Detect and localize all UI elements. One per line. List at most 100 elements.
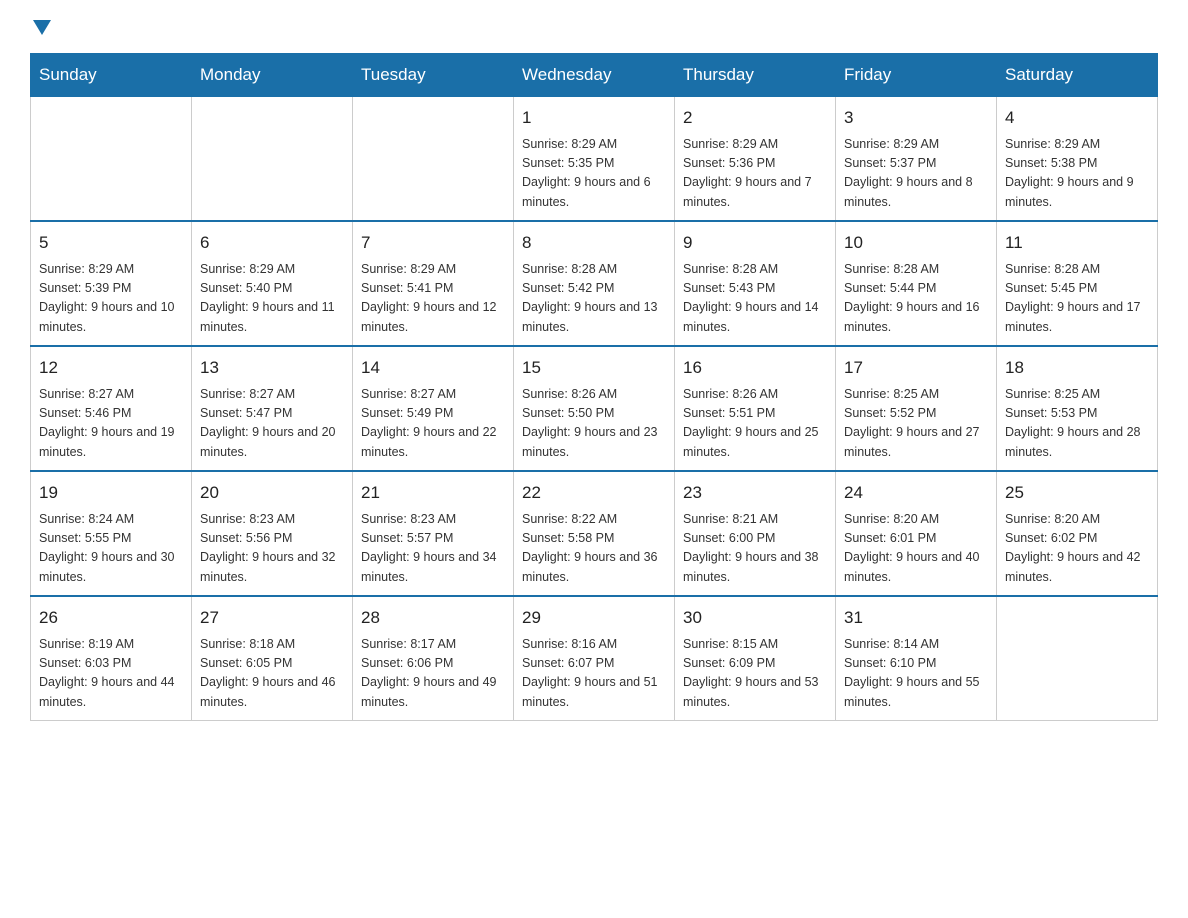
- page-header: [30, 20, 1158, 33]
- day-info: Sunrise: 8:29 AMSunset: 5:36 PMDaylight:…: [683, 135, 827, 213]
- day-number: 2: [683, 105, 827, 131]
- day-number: 22: [522, 480, 666, 506]
- calendar-cell: 23Sunrise: 8:21 AMSunset: 6:00 PMDayligh…: [675, 471, 836, 596]
- calendar-cell: 26 Sunrise: 8:19 AMSunset: 6:03 PMDayligh…: [31, 596, 192, 721]
- calendar-cell: 11Sunrise: 8:28 AMSunset: 5:45 PMDayligh…: [997, 221, 1158, 346]
- calendar-cell: [31, 96, 192, 221]
- day-number: 23: [683, 480, 827, 506]
- day-number: 4: [1005, 105, 1149, 131]
- day-number: 9: [683, 230, 827, 256]
- day-info: Sunrise: 8:20 AMSunset: 6:02 PMDaylight:…: [1005, 510, 1149, 588]
- day-info: Sunrise: 8:17 AMSunset: 6:06 PMDaylight:…: [361, 635, 505, 713]
- calendar-cell: 3 Sunrise: 8:29 AMSunset: 5:37 PMDaylight…: [836, 96, 997, 221]
- calendar-header-thursday: Thursday: [675, 54, 836, 96]
- calendar-header-friday: Friday: [836, 54, 997, 96]
- calendar-cell: 4 Sunrise: 8:29 AMSunset: 5:38 PMDaylight…: [997, 96, 1158, 221]
- calendar-cell: 10 Sunrise: 8:28 AMSunset: 5:44 PMDayligh…: [836, 221, 997, 346]
- calendar-header-row: SundayMondayTuesdayWednesdayThursdayFrid…: [31, 54, 1158, 96]
- day-number: 7: [361, 230, 505, 256]
- calendar-cell: 5 Sunrise: 8:29 AMSunset: 5:39 PMDaylight…: [31, 221, 192, 346]
- day-number: 20: [200, 480, 344, 506]
- day-info: Sunrise: 8:29 AMSunset: 5:39 PMDaylight:…: [39, 260, 183, 338]
- day-info: Sunrise: 8:25 AMSunset: 5:53 PMDaylight:…: [1005, 385, 1149, 463]
- calendar-header-tuesday: Tuesday: [353, 54, 514, 96]
- day-info: Sunrise: 8:28 AMSunset: 5:44 PMDaylight:…: [844, 260, 988, 338]
- calendar-cell: 1 Sunrise: 8:29 AMSunset: 5:35 PMDaylight…: [514, 96, 675, 221]
- calendar-cell: 21 Sunrise: 8:23 AMSunset: 5:57 PMDayligh…: [353, 471, 514, 596]
- day-info: Sunrise: 8:20 AMSunset: 6:01 PMDaylight:…: [844, 510, 988, 588]
- calendar-cell: [192, 96, 353, 221]
- calendar-cell: 9 Sunrise: 8:28 AMSunset: 5:43 PMDaylight…: [675, 221, 836, 346]
- day-number: 31: [844, 605, 988, 631]
- day-info: Sunrise: 8:25 AMSunset: 5:52 PMDaylight:…: [844, 385, 988, 463]
- day-number: 27: [200, 605, 344, 631]
- day-number: 25: [1005, 480, 1149, 506]
- day-number: 15: [522, 355, 666, 381]
- calendar-week-row: 5 Sunrise: 8:29 AMSunset: 5:39 PMDaylight…: [31, 221, 1158, 346]
- calendar-week-row: 19Sunrise: 8:24 AMSunset: 5:55 PMDayligh…: [31, 471, 1158, 596]
- day-number: 12: [39, 355, 183, 381]
- logo: [30, 20, 51, 33]
- calendar-header-wednesday: Wednesday: [514, 54, 675, 96]
- day-number: 10: [844, 230, 988, 256]
- day-number: 28: [361, 605, 505, 631]
- day-number: 18: [1005, 355, 1149, 381]
- calendar-header-saturday: Saturday: [997, 54, 1158, 96]
- day-number: 3: [844, 105, 988, 131]
- day-number: 30: [683, 605, 827, 631]
- calendar-cell: 20Sunrise: 8:23 AMSunset: 5:56 PMDayligh…: [192, 471, 353, 596]
- calendar-cell: 16Sunrise: 8:26 AMSunset: 5:51 PMDayligh…: [675, 346, 836, 471]
- day-info: Sunrise: 8:28 AMSunset: 5:42 PMDaylight:…: [522, 260, 666, 338]
- calendar-cell: 8Sunrise: 8:28 AMSunset: 5:42 PMDaylight…: [514, 221, 675, 346]
- day-info: Sunrise: 8:27 AMSunset: 5:49 PMDaylight:…: [361, 385, 505, 463]
- calendar-cell: 2 Sunrise: 8:29 AMSunset: 5:36 PMDaylight…: [675, 96, 836, 221]
- day-number: 26: [39, 605, 183, 631]
- day-number: 1: [522, 105, 666, 131]
- day-number: 16: [683, 355, 827, 381]
- calendar-week-row: 1 Sunrise: 8:29 AMSunset: 5:35 PMDaylight…: [31, 96, 1158, 221]
- calendar-cell: 27 Sunrise: 8:18 AMSunset: 6:05 PMDayligh…: [192, 596, 353, 721]
- day-number: 13: [200, 355, 344, 381]
- day-number: 17: [844, 355, 988, 381]
- calendar-week-row: 12Sunrise: 8:27 AMSunset: 5:46 PMDayligh…: [31, 346, 1158, 471]
- day-info: Sunrise: 8:23 AMSunset: 5:57 PMDaylight:…: [361, 510, 505, 588]
- day-number: 6: [200, 230, 344, 256]
- calendar-table: SundayMondayTuesdayWednesdayThursdayFrid…: [30, 53, 1158, 721]
- calendar-cell: 28 Sunrise: 8:17 AMSunset: 6:06 PMDayligh…: [353, 596, 514, 721]
- calendar-cell: 7 Sunrise: 8:29 AMSunset: 5:41 PMDaylight…: [353, 221, 514, 346]
- day-info: Sunrise: 8:22 AMSunset: 5:58 PMDaylight:…: [522, 510, 666, 588]
- day-info: Sunrise: 8:29 AMSunset: 5:40 PMDaylight:…: [200, 260, 344, 338]
- day-info: Sunrise: 8:29 AMSunset: 5:35 PMDaylight:…: [522, 135, 666, 213]
- calendar-cell: 24 Sunrise: 8:20 AMSunset: 6:01 PMDayligh…: [836, 471, 997, 596]
- calendar-cell: [997, 596, 1158, 721]
- calendar-cell: 13 Sunrise: 8:27 AMSunset: 5:47 PMDayligh…: [192, 346, 353, 471]
- calendar-cell: 15 Sunrise: 8:26 AMSunset: 5:50 PMDayligh…: [514, 346, 675, 471]
- day-info: Sunrise: 8:28 AMSunset: 5:43 PMDaylight:…: [683, 260, 827, 338]
- day-info: Sunrise: 8:29 AMSunset: 5:37 PMDaylight:…: [844, 135, 988, 213]
- calendar-cell: 14 Sunrise: 8:27 AMSunset: 5:49 PMDayligh…: [353, 346, 514, 471]
- calendar-cell: 22 Sunrise: 8:22 AMSunset: 5:58 PMDayligh…: [514, 471, 675, 596]
- day-number: 14: [361, 355, 505, 381]
- day-info: Sunrise: 8:29 AMSunset: 5:38 PMDaylight:…: [1005, 135, 1149, 213]
- day-number: 21: [361, 480, 505, 506]
- day-number: 24: [844, 480, 988, 506]
- day-number: 29: [522, 605, 666, 631]
- calendar-cell: [353, 96, 514, 221]
- day-info: Sunrise: 8:26 AMSunset: 5:50 PMDaylight:…: [522, 385, 666, 463]
- calendar-cell: 6 Sunrise: 8:29 AMSunset: 5:40 PMDaylight…: [192, 221, 353, 346]
- day-info: Sunrise: 8:14 AMSunset: 6:10 PMDaylight:…: [844, 635, 988, 713]
- day-number: 5: [39, 230, 183, 256]
- calendar-cell: 19Sunrise: 8:24 AMSunset: 5:55 PMDayligh…: [31, 471, 192, 596]
- calendar-header-sunday: Sunday: [31, 54, 192, 96]
- calendar-cell: 12Sunrise: 8:27 AMSunset: 5:46 PMDayligh…: [31, 346, 192, 471]
- day-info: Sunrise: 8:19 AMSunset: 6:03 PMDaylight:…: [39, 635, 183, 713]
- calendar-cell: 17 Sunrise: 8:25 AMSunset: 5:52 PMDayligh…: [836, 346, 997, 471]
- day-info: Sunrise: 8:18 AMSunset: 6:05 PMDaylight:…: [200, 635, 344, 713]
- calendar-cell: 25 Sunrise: 8:20 AMSunset: 6:02 PMDayligh…: [997, 471, 1158, 596]
- calendar-cell: 18 Sunrise: 8:25 AMSunset: 5:53 PMDayligh…: [997, 346, 1158, 471]
- calendar-cell: 31 Sunrise: 8:14 AMSunset: 6:10 PMDayligh…: [836, 596, 997, 721]
- day-info: Sunrise: 8:28 AMSunset: 5:45 PMDaylight:…: [1005, 260, 1149, 338]
- day-info: Sunrise: 8:27 AMSunset: 5:47 PMDaylight:…: [200, 385, 344, 463]
- day-info: Sunrise: 8:29 AMSunset: 5:41 PMDaylight:…: [361, 260, 505, 338]
- calendar-week-row: 26 Sunrise: 8:19 AMSunset: 6:03 PMDayligh…: [31, 596, 1158, 721]
